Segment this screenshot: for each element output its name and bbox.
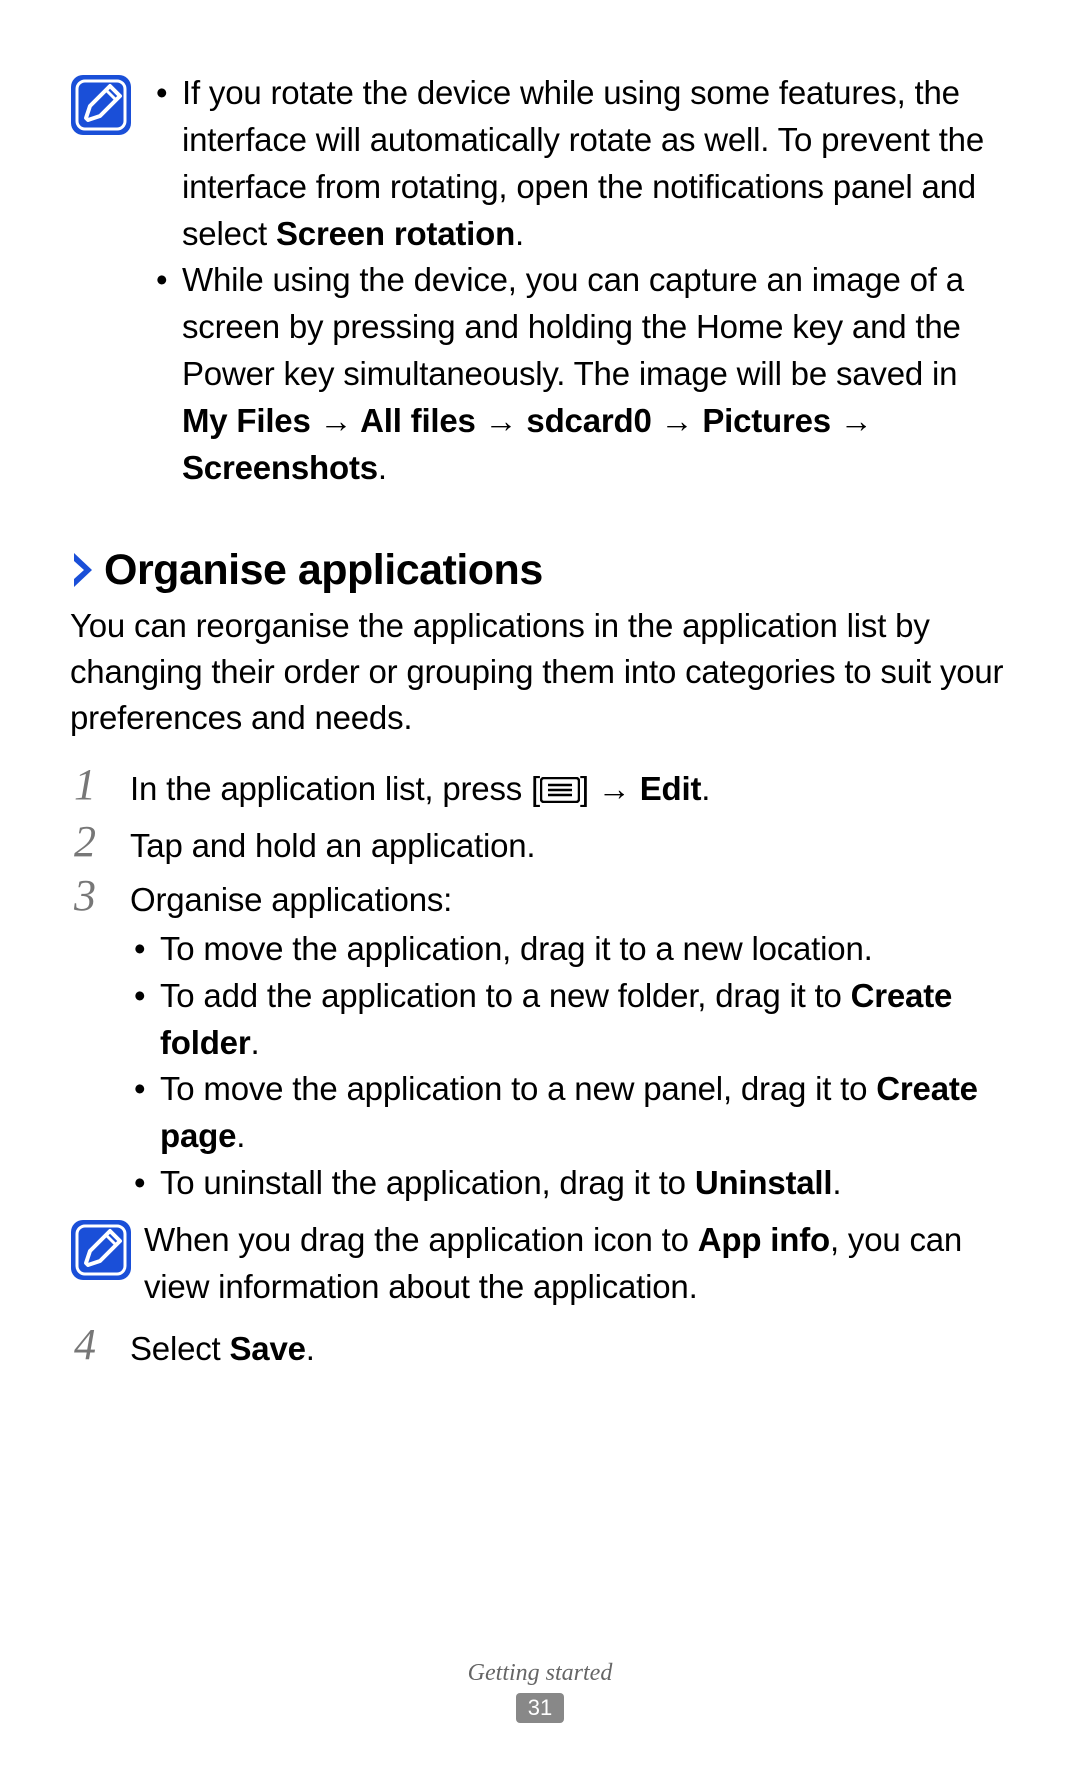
step-text: ] → [580,770,640,807]
note-content: If you rotate the device while using som… [148,70,1010,492]
inline-note-text: When you drag the application icon to Ap… [144,1215,1010,1311]
step-number: 3 [70,872,130,920]
step-body: Tap and hold an application. [130,818,1010,870]
note-bold: App info [698,1221,830,1258]
bullet-text: To add the application to a new folder, … [160,977,851,1014]
step-number: 1 [70,761,130,809]
note-block-top: If you rotate the device while using som… [70,70,1010,492]
chevron-right-icon [70,549,98,591]
step-body: In the application list, press [ ] → Edit… [130,761,1010,816]
step-bold: Edit [640,770,702,807]
heading-text: Organise applications [104,546,543,595]
bullet-text: . [250,1024,259,1061]
footer-section-label: Getting started [0,1660,1080,1687]
step-text: Tap and hold an application. [130,827,535,864]
note-bullet-list: If you rotate the device while using som… [148,70,1010,492]
step-item: 4 Select Save. [70,1321,1010,1373]
page-footer: Getting started 31 [0,1660,1080,1723]
bullet-text: To uninstall the application, drag it to [160,1164,695,1201]
step-bullet-item: To move the application to a new panel, … [130,1066,1010,1160]
page-number: 31 [516,1693,564,1723]
note-bold: Screen rotation [276,215,515,252]
note-text: . [378,449,387,486]
note-text: When you drag the application icon to [144,1221,698,1258]
note-text: . [515,215,524,252]
note-icon [70,74,132,136]
note-icon [70,1219,132,1281]
step-body: Select Save. [130,1321,1010,1373]
bullet-bold: Uninstall [695,1164,833,1201]
note-bullet-item: If you rotate the device while using som… [148,70,1010,257]
bullet-text: To move the application, drag it to a ne… [160,930,873,967]
step-text: Select [130,1330,230,1367]
bullet-text: . [832,1164,841,1201]
note-bullet-item: While using the device, you can capture … [148,257,1010,491]
step-text: . [701,770,710,807]
step-item: 2 Tap and hold an application. [70,818,1010,870]
step-bullet-item: To move the application, drag it to a ne… [130,926,1010,973]
note-bold: My Files → All files → sdcard0 → Picture… [182,402,873,486]
bullet-text: To move the application to a new panel, … [160,1070,876,1107]
step-bullet-item: To uninstall the application, drag it to… [130,1160,1010,1207]
step-item: 1 In the application list, press [ ] → Ed… [70,761,1010,816]
step-number: 2 [70,818,130,866]
step-number: 4 [70,1321,130,1369]
manual-page: If you rotate the device while using som… [0,0,1080,1771]
step-text: In the application list, press [ [130,770,540,807]
note-text: While using the device, you can capture … [182,261,964,392]
section-heading: Organise applications [70,546,1010,595]
step-body: Organise applications: To move the appli… [130,872,1010,1207]
menu-key-icon [540,768,580,816]
bullet-text: . [236,1117,245,1154]
step-bullet-item: To add the application to a new folder, … [130,973,1010,1067]
section-intro: You can reorganise the applications in t… [70,603,1010,742]
step-bold: Save [230,1330,306,1367]
step-bullet-list: To move the application, drag it to a ne… [130,926,1010,1207]
step-text: Organise applications: [130,881,452,918]
step-text: . [306,1330,315,1367]
note-block-inline: When you drag the application icon to Ap… [70,1215,1010,1311]
step-item: 3 Organise applications: To move the app… [70,872,1010,1207]
